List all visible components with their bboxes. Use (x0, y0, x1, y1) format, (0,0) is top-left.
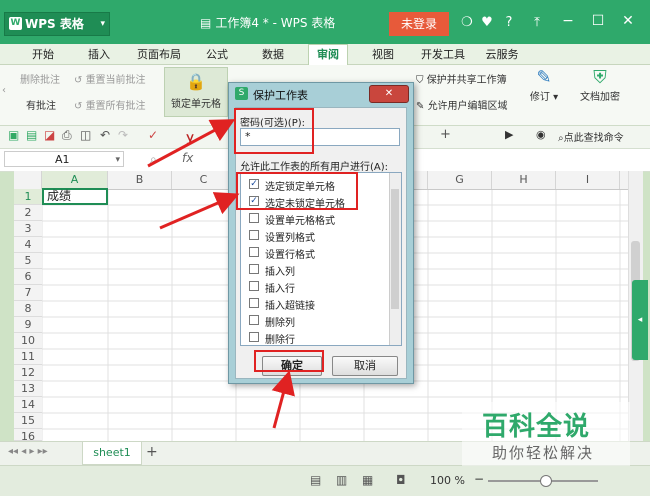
arrow-to-password (147, 119, 236, 168)
watermark-title: 百科全说 (482, 412, 591, 442)
arrow-to-ok (271, 370, 295, 429)
watermark: 百科全说 助你轻松解决 (462, 402, 630, 466)
watermark-subtitle: 助你轻松解决 (492, 444, 595, 462)
arrow-to-options (159, 192, 240, 230)
